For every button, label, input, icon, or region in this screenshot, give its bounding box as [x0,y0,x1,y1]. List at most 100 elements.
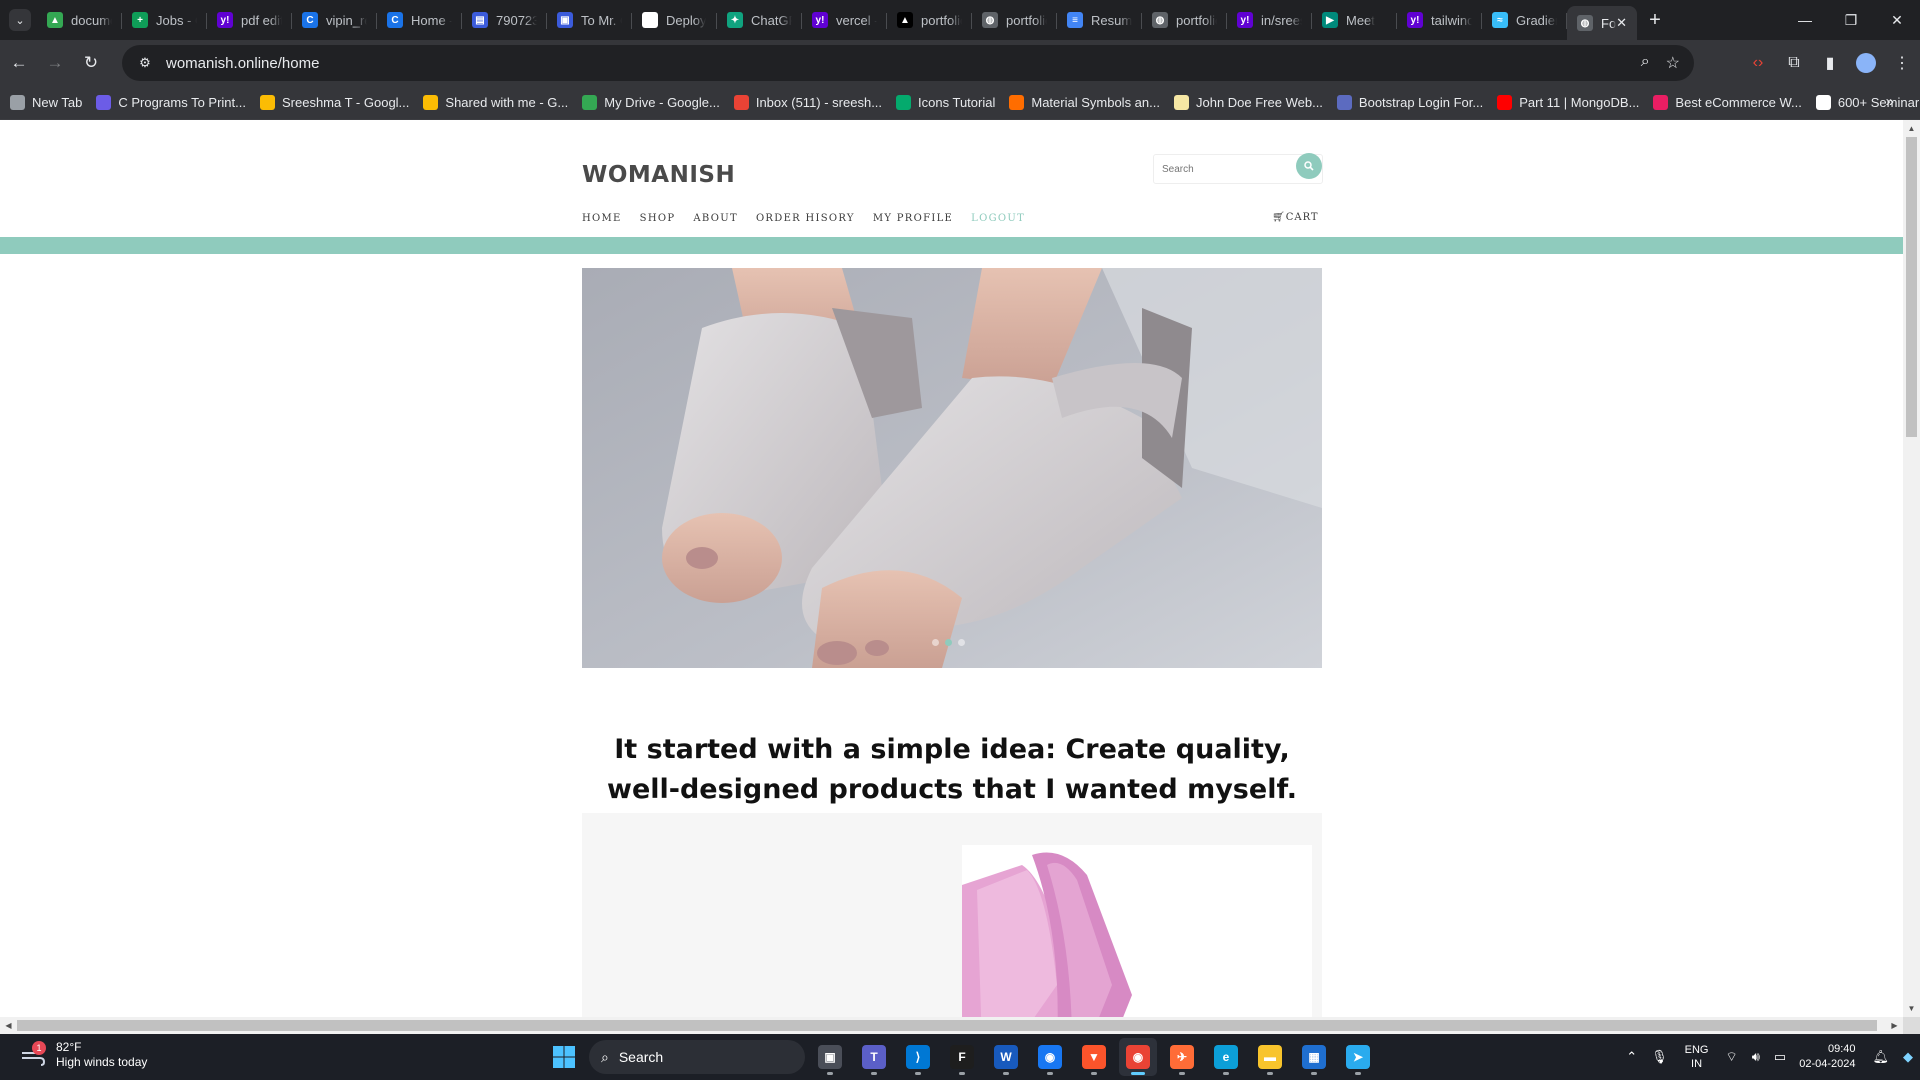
bookmark-item[interactable]: John Doe Free Web... [1173,95,1323,110]
bookmark-item[interactable]: New Tab [10,95,82,110]
taskbar-app-store[interactable]: ▦ [1295,1038,1333,1076]
forward-button[interactable]: → [38,46,72,80]
browser-tab[interactable]: ≡ Resume [1057,4,1142,36]
bookmark-item[interactable]: My Drive - Google... [582,95,720,110]
bookmark-item[interactable]: C Programs To Print... [96,95,246,110]
bookmark-item[interactable]: Sreeshma T - Googl... [259,95,409,110]
bookmark-item[interactable]: Bootstrap Login For... [1336,95,1483,110]
hero-carousel[interactable] [582,268,1322,668]
volume-icon[interactable]: 🔊︎ [1752,1049,1760,1065]
show-hidden-icons[interactable]: ⌃ [1626,1049,1637,1065]
taskbar-app-edge[interactable]: e [1207,1038,1245,1076]
taskbar-app-task-view[interactable]: ▣ [811,1038,849,1076]
site-logo[interactable]: WOMANISH [582,162,735,188]
nav-logout[interactable]: LOGOUT [971,213,1025,224]
nav-shop[interactable]: SHOP [640,213,676,224]
clock[interactable]: 09:40 02-04-2024 [1799,1042,1855,1072]
copilot-icon[interactable]: ◆ [1903,1049,1913,1065]
bookmarks-overflow-icon[interactable]: » [1886,93,1894,110]
bookmark-item[interactable]: Shared with me - G... [423,95,568,110]
new-tab-button[interactable]: + [1641,6,1669,34]
start-button[interactable] [545,1038,583,1076]
taskbar-app-brave[interactable]: ▼ [1075,1038,1113,1076]
taskbar-app-postman[interactable]: ✈ [1163,1038,1201,1076]
weather-widget[interactable]: 1 82°F High winds today [20,1040,147,1070]
vertical-scroll-thumb[interactable] [1906,137,1917,437]
carousel-dot[interactable] [958,639,965,646]
browser-tab[interactable]: ◍ portfolio [972,4,1057,36]
reload-button[interactable]: ↻ [74,46,108,80]
browser-tab[interactable]: Cvipin_resume [292,4,377,36]
bookmark-item[interactable]: Material Symbols an... [1009,95,1160,110]
chevron-down-icon[interactable]: ⌄ [9,9,31,31]
taskbar-app-browser-blue[interactable]: ◉ [1031,1038,1069,1076]
nav-order-history[interactable]: ORDER HISORY [756,213,855,224]
carousel-dot[interactable] [932,639,939,646]
browser-tab[interactable]: ◍ Foo✕ [1567,6,1637,40]
task-view-icon: ▣ [818,1045,842,1069]
nav-my-profile[interactable]: MY PROFILE [873,213,953,224]
scroll-down-icon[interactable]: ▼ [1903,1000,1920,1017]
horizontal-scroll-thumb[interactable] [17,1020,1877,1031]
nav-home[interactable]: HOME [582,213,622,224]
nav-about[interactable]: ABOUT [693,213,738,224]
browser-tab[interactable]: y! vercel - Yahoo [802,4,887,36]
profile-avatar[interactable] [1856,53,1876,73]
browser-tab[interactable]: ▣ To Mr. Cooper [547,4,632,36]
browser-tab[interactable]: ▲ portfolio [887,4,972,36]
notification-bell-icon[interactable]: 🔔︎ [1872,1049,1889,1065]
browser-tab[interactable]: y! tailwind [1397,4,1482,36]
search-input[interactable] [1154,155,1294,183]
minimize-button[interactable]: — [1782,0,1828,40]
language-indicator[interactable]: ENG IN [1685,1043,1709,1071]
taskbar-app-file-explorer[interactable]: ▬ [1251,1038,1289,1076]
close-tab-icon[interactable]: ✕ [1616,15,1627,31]
horizontal-scrollbar[interactable]: ◀ ▶ [0,1017,1903,1034]
url-text[interactable]: womanish.online/home [166,55,319,72]
browser-tab[interactable]: C Home - Canva [377,4,462,36]
bookmark-item[interactable]: Inbox (511) - sreesh... [733,95,882,110]
browser-tab[interactable]: ▶ Meet [1312,4,1397,36]
browser-tab[interactable]: ≈ Gradient [1482,4,1567,36]
address-bar[interactable]: ⚙ womanish.online/home ⌕ ☆ [122,45,1694,81]
scroll-left-icon[interactable]: ◀ [0,1017,17,1034]
site-info-icon[interactable]: ⚙ [130,55,160,71]
bookmark-star-icon[interactable]: ☆ [1666,53,1680,73]
extensions-icon[interactable]: ⧉ [1776,45,1812,81]
restore-button[interactable]: ❐ [1828,0,1874,40]
browser-tab[interactable]: ◍ portfolio [1142,4,1227,36]
cart-link[interactable]: 🛒︎CART [1272,212,1319,223]
search-button[interactable] [1296,153,1322,179]
wifi-icon[interactable]: ⌔ [1725,1049,1737,1065]
taskbar-app-figma[interactable]: F [943,1038,981,1076]
side-panel-icon[interactable]: ▮ [1812,45,1848,81]
taskbar-app-telegram[interactable]: ➤ [1339,1038,1377,1076]
vertical-scrollbar[interactable]: ▲ ▼ [1903,120,1920,1017]
carousel-dot[interactable] [945,639,952,646]
scroll-up-icon[interactable]: ▲ [1903,120,1920,137]
microphone-icon[interactable]: 🎙︎ [1651,1049,1668,1065]
bookmark-item[interactable]: Icons Tutorial [896,95,995,110]
taskbar-app-chrome[interactable]: ◉ [1119,1038,1157,1076]
bookmark-item[interactable]: 600+ Seminar Topic... [1815,95,1920,110]
browser-tab[interactable]: + Jobs - Google Sheets [122,4,207,36]
menu-icon[interactable]: ⋮ [1884,45,1920,81]
browser-tab[interactable]: ▤ 790723 [462,4,547,36]
browser-tab[interactable]: y! pdf editor [207,4,292,36]
taskbar-search[interactable]: ⌕ Search [589,1040,805,1074]
browser-tab[interactable]: ▲ documents [37,4,122,36]
browser-tab[interactable]: ● Deploy [632,4,717,36]
browser-tab[interactable]: y! in/sreeshma [1227,4,1312,36]
battery-icon[interactable]: ▭ [1774,1049,1786,1065]
bookmark-item[interactable]: Part 11 | MongoDB... [1497,95,1639,110]
scroll-right-icon[interactable]: ▶ [1886,1017,1903,1034]
devtools-extension-icon[interactable]: ‹› [1740,45,1776,81]
taskbar-app-word[interactable]: W [987,1038,1025,1076]
back-button[interactable]: ← [2,46,36,80]
close-window-button[interactable]: ✕ [1874,0,1920,40]
taskbar-app-vscode[interactable]: ⟩ [899,1038,937,1076]
browser-tab[interactable]: ✦ ChatGPT [717,4,802,36]
bookmark-item[interactable]: Best eCommerce W... [1653,95,1802,110]
taskbar-app-teams[interactable]: T [855,1038,893,1076]
zoom-icon[interactable]: ⌕ [1641,53,1650,73]
